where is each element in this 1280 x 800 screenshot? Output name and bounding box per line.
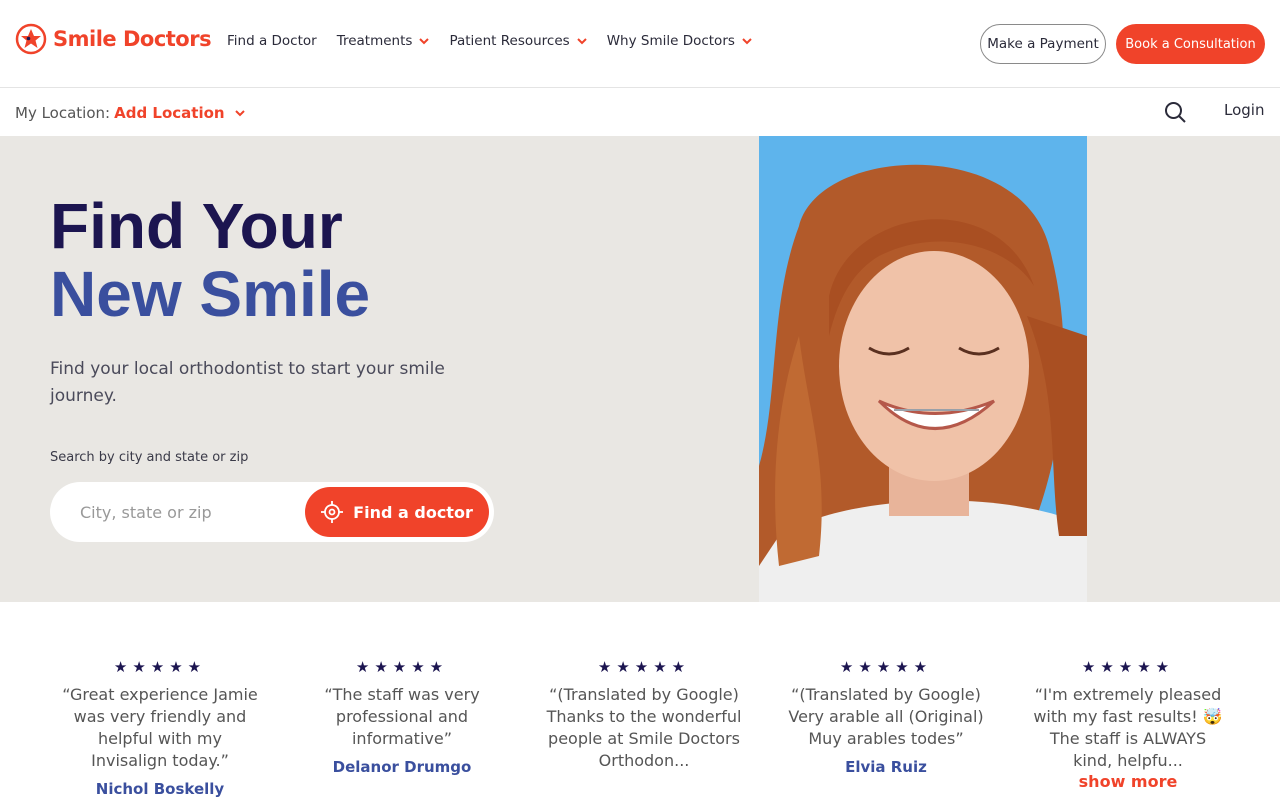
star-rating: ★★★★★ xyxy=(597,658,691,676)
nav-treatments[interactable]: Treatments xyxy=(337,33,430,49)
nav-patient-resources[interactable]: Patient Resources xyxy=(449,33,587,49)
hero-section: Find Your New Smile Find your local orth… xyxy=(0,136,1280,602)
review-author: Delanor Drumgo xyxy=(332,758,472,776)
add-location-link[interactable]: Add Location xyxy=(114,104,224,122)
chevron-down-icon xyxy=(419,37,430,44)
review-card: ★★★★★ “Great experience Jamie was very f… xyxy=(60,658,260,798)
review-card: ★★★★★ “(Translated by Google) Very arabl… xyxy=(786,658,986,776)
nav-label: Why Smile Doctors xyxy=(606,33,735,49)
nav-label: Treatments xyxy=(336,33,413,49)
make-payment-button[interactable]: Make a Payment xyxy=(980,24,1106,64)
chevron-down-icon xyxy=(742,37,752,44)
star-rating: ★★★★★ xyxy=(1081,658,1175,676)
smiling-girl-illustration xyxy=(759,136,1087,602)
reviews-section: ★★★★★ “Great experience Jamie was very f… xyxy=(0,602,1280,800)
login-link[interactable]: Login xyxy=(1224,101,1264,119)
doctor-search-form: Find a doctor xyxy=(50,482,494,542)
hero-title-line2: New Smile xyxy=(50,258,371,330)
review-quote: “I'm extremely pleased with my fast resu… xyxy=(1033,685,1223,770)
star-rating: ★★★★★ xyxy=(839,658,933,676)
brand-name: Smile Doctors xyxy=(53,27,212,51)
book-consultation-button[interactable]: Book a Consultation xyxy=(1116,24,1265,64)
show-more-link[interactable]: show more xyxy=(1028,772,1228,791)
review-quote: “(Translated by Google) Very arable all … xyxy=(788,685,984,748)
nav-label: Find a Doctor xyxy=(227,33,317,49)
main-nav: Find a Doctor Treatments Patient Resourc… xyxy=(227,33,752,49)
review-author: Elvia Ruiz xyxy=(845,758,927,776)
nav-find-a-doctor[interactable]: Find a Doctor xyxy=(227,33,317,49)
find-button-label: Find a doctor xyxy=(353,502,473,522)
review-card: ★★★★★ “I'm extremely pleased with my fas… xyxy=(1028,658,1228,791)
brand-logo[interactable]: Smile Doctors xyxy=(15,23,212,55)
location-label: My Location: xyxy=(15,104,111,122)
review-quote: “The staff was very professional and inf… xyxy=(324,685,480,748)
hero-title: Find Your New Smile xyxy=(50,192,370,328)
find-a-doctor-button[interactable]: Find a doctor xyxy=(305,487,489,537)
nav-why-smile-doctors[interactable]: Why Smile Doctors xyxy=(607,33,752,49)
review-quote: “Great experience Jamie was very friendl… xyxy=(62,685,258,770)
locate-crosshair-icon xyxy=(321,501,344,523)
location-search-input[interactable] xyxy=(80,500,300,524)
review-author: Nichol Boskelly xyxy=(95,780,225,798)
chevron-down-icon xyxy=(234,109,245,116)
hero-photo xyxy=(759,136,1087,602)
star-rating: ★★★★★ xyxy=(113,658,207,676)
site-header: Smile Doctors Find a Doctor Treatments P… xyxy=(0,0,1280,88)
review-card: ★★★★★ “(Translated by Google) Thanks to … xyxy=(544,658,744,772)
location-bar: My Location: Add Location Login xyxy=(0,89,1280,136)
star-rating: ★★★★★ xyxy=(355,658,449,676)
hero-title-line1: Find Your xyxy=(50,190,343,262)
chevron-down-icon xyxy=(576,37,587,44)
review-card: ★★★★★ “The staff was very professional a… xyxy=(302,658,502,776)
search-icon[interactable] xyxy=(1163,100,1187,124)
hero-subtitle: Find your local orthodontist to start yo… xyxy=(50,359,445,406)
search-label: Search by city and state or zip xyxy=(50,450,249,465)
location-selector[interactable]: My Location: Add Location xyxy=(15,104,245,122)
nav-label: Patient Resources xyxy=(449,33,570,49)
review-quote: “(Translated by Google) Thanks to the wo… xyxy=(546,685,742,770)
logo-star-icon xyxy=(15,23,47,55)
